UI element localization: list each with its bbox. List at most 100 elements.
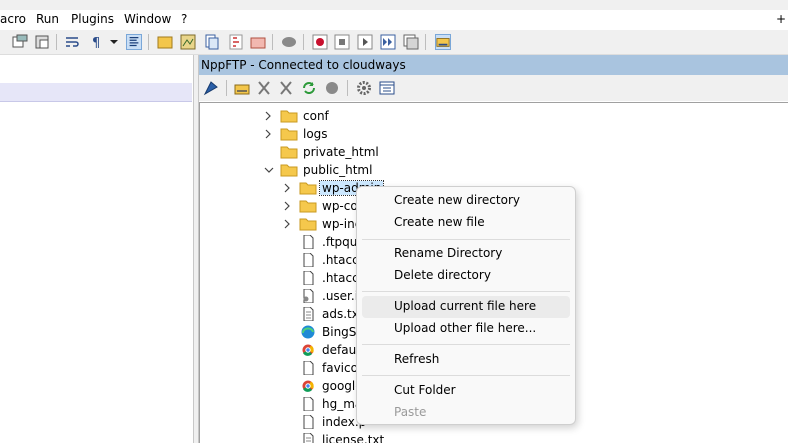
tree-node-label: conf bbox=[303, 109, 329, 123]
folder-icon bbox=[280, 128, 298, 141]
left-panel-selected-row[interactable] bbox=[0, 83, 192, 102]
tree-node-label: wp-co bbox=[322, 199, 358, 213]
menu-window[interactable]: Window bbox=[124, 12, 171, 26]
play-icon[interactable] bbox=[357, 34, 373, 50]
menu-run[interactable]: Run bbox=[36, 12, 59, 26]
menu-item-label: Upload current file here bbox=[394, 299, 537, 313]
settings-file-icon bbox=[303, 289, 314, 303]
text-file-icon bbox=[303, 433, 314, 443]
delete-directory-menu-item[interactable]: Delete directory bbox=[362, 265, 570, 287]
ftp-icon[interactable] bbox=[435, 34, 451, 50]
menu-item-label: Create new directory bbox=[394, 193, 520, 207]
file-icon bbox=[303, 271, 314, 285]
menu-separator bbox=[362, 291, 570, 292]
message-window-icon[interactable] bbox=[379, 80, 395, 96]
add-tab-icon[interactable]: + bbox=[776, 12, 786, 26]
folder-icon bbox=[299, 182, 317, 195]
file-icon bbox=[303, 253, 314, 267]
indent-guide-icon[interactable] bbox=[126, 34, 142, 50]
record-icon[interactable] bbox=[312, 34, 328, 50]
connect-icon[interactable] bbox=[203, 80, 219, 96]
folder-icon bbox=[299, 218, 317, 231]
edge-icon bbox=[301, 325, 315, 339]
svg-text:¶: ¶ bbox=[92, 36, 100, 50]
chrome-icon bbox=[302, 344, 314, 356]
refresh-menu-item[interactable]: Refresh bbox=[362, 349, 570, 371]
upload-other-file-menu-item[interactable]: Upload other file here... bbox=[362, 318, 570, 340]
nppftp-toolbar bbox=[199, 75, 788, 101]
create-new-file-menu-item[interactable]: Create new file bbox=[362, 212, 570, 234]
paste-icon[interactable] bbox=[34, 34, 50, 50]
chevron-down-icon[interactable] bbox=[263, 163, 275, 177]
text-file-icon bbox=[303, 307, 314, 321]
menu-item-label: Cut Folder bbox=[394, 383, 456, 397]
menu-separator bbox=[362, 375, 570, 376]
context-menu: Create new directory Create new file Ren… bbox=[356, 186, 576, 425]
dropdown-icon[interactable] bbox=[109, 34, 119, 50]
folder-icon bbox=[280, 146, 298, 159]
abort-icon[interactable] bbox=[324, 80, 340, 96]
chevron-right-icon[interactable] bbox=[263, 109, 275, 123]
tree-node-label: license.txt bbox=[322, 433, 385, 443]
pilcrow-icon[interactable]: ¶ bbox=[89, 34, 105, 50]
upload-current-file-menu-item[interactable]: Upload current file here bbox=[362, 296, 570, 318]
stop-icon[interactable] bbox=[334, 34, 350, 50]
menu-bar: acro Run Plugins Window ? + bbox=[0, 10, 788, 30]
refresh-icon[interactable] bbox=[301, 80, 317, 96]
run-multiple-icon[interactable] bbox=[380, 34, 396, 50]
menu-item-label: Create new file bbox=[394, 215, 485, 229]
toolbar-separator bbox=[226, 80, 227, 96]
menu-item-label: Delete directory bbox=[394, 268, 491, 282]
function-list-icon[interactable] bbox=[228, 34, 244, 50]
rename-directory-menu-item[interactable]: Rename Directory bbox=[362, 243, 570, 265]
chevron-right-icon[interactable] bbox=[282, 217, 294, 231]
nppftp-title: NppFTP - Connected to cloudways bbox=[201, 58, 406, 72]
tree-node-label: private_html bbox=[303, 145, 379, 159]
toolbar-separator bbox=[56, 34, 57, 50]
map-icon[interactable] bbox=[180, 34, 196, 50]
menu-item-label: Refresh bbox=[394, 352, 440, 366]
window-title-strip bbox=[0, 0, 788, 10]
menu-item-label: Rename Directory bbox=[394, 246, 503, 260]
toolbar-separator bbox=[425, 34, 426, 50]
create-new-directory-menu-item[interactable]: Create new directory bbox=[362, 190, 570, 212]
file-icon bbox=[303, 397, 314, 411]
folder-icon bbox=[280, 164, 298, 177]
menu-separator bbox=[362, 239, 570, 240]
folder-icon bbox=[280, 110, 298, 123]
download-icon[interactable] bbox=[256, 80, 272, 96]
menu-macro[interactable]: acro bbox=[0, 12, 26, 26]
cut-folder-menu-item[interactable]: Cut Folder bbox=[362, 380, 570, 402]
upload-icon[interactable] bbox=[278, 80, 294, 96]
menu-help[interactable]: ? bbox=[181, 12, 187, 26]
left-editor-panel bbox=[0, 55, 193, 443]
file-icon bbox=[303, 361, 314, 375]
chevron-right-icon[interactable] bbox=[282, 181, 294, 195]
folder-icon[interactable] bbox=[157, 34, 173, 50]
menu-item-label: Paste bbox=[394, 405, 427, 419]
save-macro-icon[interactable] bbox=[403, 34, 419, 50]
toolbar-separator bbox=[272, 34, 273, 50]
menu-item-label: Upload other file here... bbox=[394, 321, 537, 335]
menu-separator bbox=[362, 344, 570, 345]
file-icon bbox=[303, 415, 314, 429]
folder-icon bbox=[299, 200, 317, 213]
toolbar-separator bbox=[347, 80, 348, 96]
toolbar-separator bbox=[148, 34, 149, 50]
main-toolbar: ¶ bbox=[0, 30, 788, 55]
chrome-icon bbox=[302, 380, 314, 392]
open-dir-icon[interactable] bbox=[234, 80, 250, 96]
file-icon bbox=[303, 235, 314, 249]
menu-plugins[interactable]: Plugins bbox=[71, 12, 114, 26]
wrap-icon[interactable] bbox=[64, 34, 80, 50]
settings-icon[interactable] bbox=[356, 80, 372, 96]
paste-menu-item[interactable]: Paste bbox=[362, 402, 570, 424]
cut-icon[interactable] bbox=[12, 34, 28, 50]
folder-as-workspace-icon[interactable] bbox=[250, 34, 266, 50]
doc-map-icon[interactable] bbox=[204, 34, 220, 50]
tree-node-label: public_html bbox=[303, 163, 373, 177]
chevron-right-icon[interactable] bbox=[282, 199, 294, 213]
chevron-right-icon[interactable] bbox=[263, 127, 275, 141]
toolbar-separator bbox=[303, 34, 304, 50]
comment-icon[interactable] bbox=[281, 34, 297, 50]
